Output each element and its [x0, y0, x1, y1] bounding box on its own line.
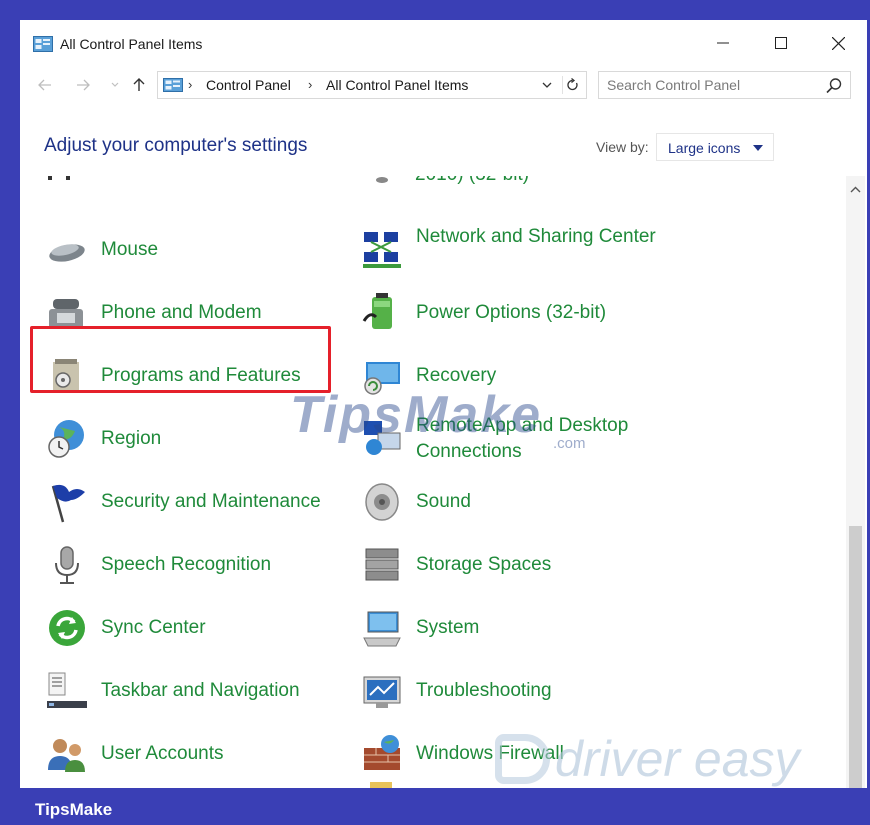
forward-button[interactable]: [72, 74, 94, 96]
control-panel-icon: [163, 78, 183, 92]
back-button[interactable]: [34, 74, 56, 96]
window-title: All Control Panel Items: [60, 36, 203, 52]
users-icon: [48, 739, 85, 772]
mouse-icon: [49, 244, 85, 262]
partial-item-icon: [376, 177, 388, 183]
address-history-dropdown[interactable]: [538, 76, 556, 94]
arrow-left-icon: [38, 79, 51, 91]
sync-icon: [49, 610, 85, 646]
chevron-down-icon: [111, 82, 119, 87]
item-user-accounts[interactable]: User Accounts: [45, 732, 345, 788]
view-by-label: View by:: [596, 139, 649, 155]
item-label: Security and Maintenance: [101, 491, 321, 512]
up-button[interactable]: [128, 74, 150, 96]
drivereasy-logo-icon: [495, 734, 550, 784]
breadcrumb-control-panel[interactable]: Control Panel: [206, 77, 291, 93]
partial-item-icon: [48, 176, 70, 180]
minimize-icon: [717, 42, 729, 44]
maximize-button[interactable]: [758, 28, 804, 58]
speaker-icon: [365, 483, 399, 521]
item-label: Storage Spaces: [416, 554, 552, 575]
chevron-down-icon: [542, 82, 552, 88]
item-label: Sync Center: [101, 617, 206, 638]
search-input[interactable]: [607, 76, 817, 94]
item-network-sharing[interactable]: Network and Sharing Center: [360, 226, 660, 288]
view-by-dropdown[interactable]: Large icons: [656, 133, 774, 161]
arrow-right-icon: [77, 79, 90, 91]
navigation-bar: › Control Panel › All Control Panel Item…: [20, 66, 867, 106]
item-troubleshooting[interactable]: Troubleshooting: [360, 669, 660, 729]
troubleshooting-icon: [363, 676, 401, 708]
firewall-icon: [364, 735, 400, 770]
item-label: User Accounts: [101, 743, 224, 764]
search-icon: [826, 78, 842, 94]
breadcrumb-separator: ›: [308, 77, 313, 92]
breadcrumb-separator: ›: [188, 77, 193, 92]
item-label: Power Options (32-bit): [416, 302, 607, 323]
taskbar-icon: [47, 672, 87, 708]
minimize-button[interactable]: [700, 28, 746, 58]
breadcrumb-all-items[interactable]: All Control Panel Items: [326, 77, 468, 93]
view-by-value: Large icons: [668, 140, 741, 156]
item-sound[interactable]: Sound: [360, 480, 660, 540]
item-taskbar-navigation[interactable]: Taskbar and Navigation: [45, 669, 345, 729]
flag-icon: [51, 484, 85, 523]
scroll-up-icon: [850, 186, 861, 193]
globe-clock-icon: [48, 420, 84, 458]
refresh-icon: [567, 78, 578, 91]
item-mouse[interactable]: Mouse: [45, 228, 345, 288]
footer-brand: TipsMake: [35, 800, 113, 819]
computer-icon: [363, 611, 401, 647]
item-label: Troubleshooting: [416, 680, 552, 701]
network-icon: [363, 232, 401, 268]
caret-down-icon: [753, 145, 763, 151]
tipsmake-watermark-suffix: .com: [553, 435, 586, 452]
microphone-icon: [55, 546, 79, 584]
item-speech-recognition[interactable]: Speech Recognition: [45, 543, 345, 603]
search-box[interactable]: [598, 71, 851, 99]
item-label: Sound: [416, 491, 471, 512]
recent-locations-button[interactable]: [104, 74, 126, 96]
scrollbar-thumb[interactable]: [849, 526, 862, 788]
item-label: Mouse: [101, 239, 159, 260]
vertical-scrollbar[interactable]: [846, 176, 865, 788]
item-label: Speech Recognition: [101, 554, 272, 575]
close-icon: [831, 36, 845, 50]
control-panel-items: 2010) (32-bit) Mouse Network and Sharing…: [20, 176, 867, 788]
refresh-button[interactable]: [562, 76, 582, 94]
item-label: Region: [101, 428, 162, 449]
highlight-box: [30, 326, 331, 393]
tipsmake-watermark: TipsMake: [290, 386, 543, 444]
storage-icon: [365, 548, 399, 581]
arrow-up-icon: [133, 78, 145, 91]
item-label: Network and Sharing Center: [416, 226, 656, 247]
item-label: Taskbar and Navigation: [101, 680, 300, 701]
partial-item-icon: [370, 782, 392, 788]
address-bar[interactable]: › Control Panel › All Control Panel Item…: [157, 71, 587, 99]
item-security-maintenance[interactable]: Security and Maintenance: [45, 480, 345, 540]
title-bar: All Control Panel Items: [20, 20, 867, 66]
partial-item-label: 2010) (32-bit): [415, 176, 529, 186]
item-power-options[interactable]: Power Options (32-bit): [360, 291, 660, 351]
close-button[interactable]: [815, 28, 861, 58]
control-panel-icon: [33, 36, 53, 52]
item-label: System: [416, 617, 480, 638]
item-sync-center[interactable]: Sync Center: [45, 606, 345, 666]
drivereasy-watermark: driver easy: [555, 731, 800, 787]
item-label: Phone and Modem: [101, 302, 262, 323]
maximize-icon: [775, 37, 787, 49]
item-storage-spaces[interactable]: Storage Spaces: [360, 543, 660, 603]
battery-icon: [362, 293, 392, 329]
item-system[interactable]: System: [360, 606, 660, 666]
page-title: Adjust your computer's settings: [44, 135, 308, 156]
